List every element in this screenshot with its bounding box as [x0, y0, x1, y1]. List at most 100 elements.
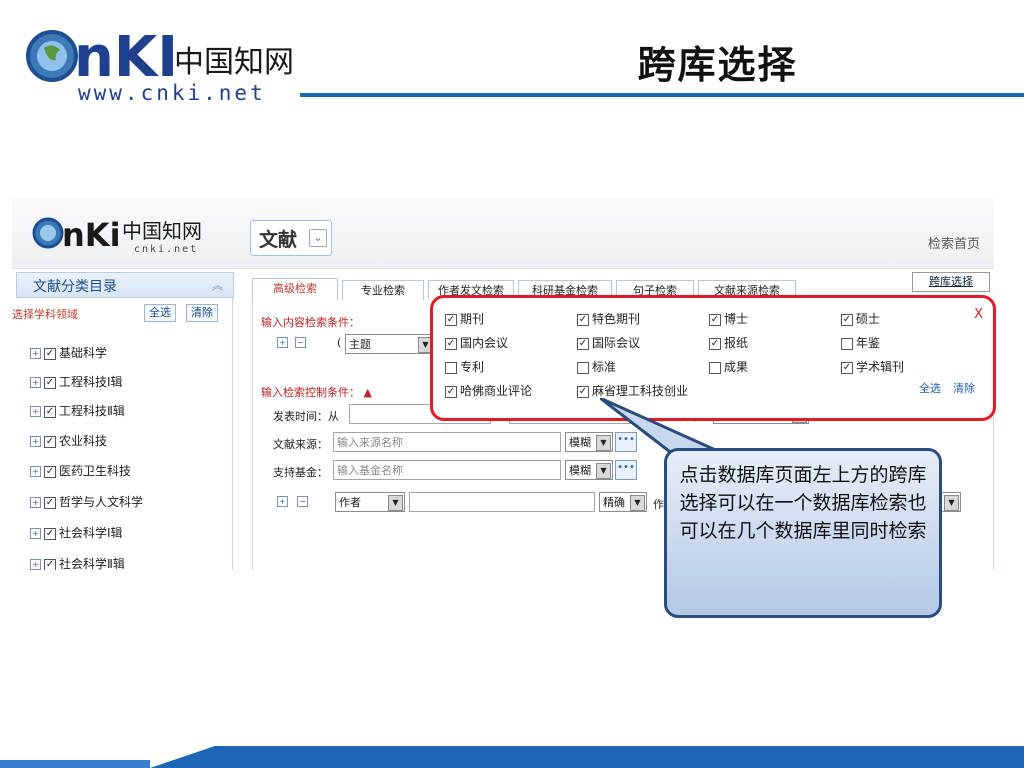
checkbox[interactable]: ✓: [841, 361, 853, 374]
expand-icon[interactable]: +: [30, 348, 41, 359]
svg-text:nKi: nKi: [62, 216, 121, 254]
sidebar-item[interactable]: + ✓ 工程科技Ⅰ辑: [30, 373, 123, 393]
slide-title: 跨库选择: [637, 42, 798, 87]
topic-select[interactable]: 主题 ▼: [345, 334, 435, 354]
checkbox[interactable]: ✓: [709, 337, 721, 350]
checkbox[interactable]: ✓: [44, 347, 56, 360]
cross-db-select-button[interactable]: 跨库选择: [912, 272, 990, 292]
checkbox[interactable]: ✓: [44, 527, 56, 540]
publish-time-label: 发表时间：从: [273, 410, 339, 423]
expand-icon[interactable]: +: [30, 528, 41, 539]
select-field-label: 选择学科领域: [12, 308, 78, 321]
sidebar-item[interactable]: + ✓ 工程科技Ⅱ辑: [30, 402, 125, 422]
chevron-down-icon: ▼: [630, 495, 645, 511]
content-condition-label: 输入内容检索条件：: [261, 316, 360, 329]
search-home-link[interactable]: 检索首页: [928, 233, 980, 252]
checkbox[interactable]: ✓: [577, 313, 589, 326]
checkbox[interactable]: [577, 361, 589, 374]
expand-icon[interactable]: +: [30, 559, 41, 570]
checkbox[interactable]: ✓: [577, 337, 589, 350]
chevron-down-icon: ⌄: [309, 229, 327, 247]
sidebar-item[interactable]: + ✓ 哲学与人文科学: [30, 493, 143, 513]
checkbox[interactable]: ✓: [44, 405, 56, 418]
chevron-down-icon: ▼: [388, 495, 403, 511]
remove-row-icon[interactable]: −: [295, 337, 306, 348]
db-option[interactable]: ✓ 学术辑刊: [841, 358, 904, 375]
sidebar-item[interactable]: + ✓ 社会科学Ⅱ辑: [30, 555, 125, 570]
control-condition-label: 输入检索控制条件： ▲: [261, 386, 372, 399]
db-option[interactable]: ✓ 报纸: [709, 334, 748, 351]
checkbox[interactable]: [445, 361, 457, 374]
add-row-icon[interactable]: +: [277, 496, 288, 507]
author-match-select[interactable]: 精确 ▼: [599, 492, 647, 512]
author-input[interactable]: [409, 492, 595, 512]
triangle-up-icon: ▲: [363, 386, 372, 399]
checkbox[interactable]: ✓: [44, 558, 56, 570]
db-option[interactable]: ✓ 哈佛商业评论: [445, 382, 532, 399]
checkbox[interactable]: ✓: [445, 313, 457, 326]
db-option[interactable]: ✓ 硕士: [841, 310, 880, 327]
header-divider: [300, 93, 1024, 97]
sidebar-item[interactable]: + ✓ 社会科学Ⅰ辑: [30, 524, 123, 544]
checkbox[interactable]: ✓: [44, 435, 56, 448]
svg-text:cnki.net: cnki.net: [134, 244, 198, 255]
callout-text: 点击数据库页面左上方的跨库选择可以在一个数据库检索也可以在几个数据库里同时检索: [679, 464, 927, 542]
db-option[interactable]: 专利: [445, 358, 484, 375]
db-option[interactable]: 标准: [577, 358, 616, 375]
expand-icon[interactable]: +: [30, 406, 41, 417]
sidebar-select-all-button[interactable]: 全选: [144, 304, 176, 322]
source-label: 文献来源：: [273, 438, 328, 451]
expand-icon[interactable]: +: [30, 497, 41, 508]
sidebar-item[interactable]: + ✓ 基础科学: [30, 344, 107, 364]
product-selector[interactable]: 文献 ⌄: [250, 220, 332, 256]
cnki-small-logo[interactable]: nKi 中国知网 cnki.net: [28, 208, 228, 258]
checkbox[interactable]: ✓: [44, 496, 56, 509]
expand-icon[interactable]: +: [30, 466, 41, 477]
author-unit-select[interactable]: ▼: [941, 492, 961, 512]
add-row-icon[interactable]: +: [277, 337, 288, 348]
db-option[interactable]: ✓ 麻省理工科技创业: [577, 382, 688, 399]
checkbox[interactable]: ✓: [44, 376, 56, 389]
callout-box: 点击数据库页面左上方的跨库选择可以在一个数据库检索也可以在几个数据库里同时检索: [664, 448, 942, 618]
expand-icon[interactable]: +: [30, 436, 41, 447]
checkbox[interactable]: ✓: [445, 385, 457, 398]
remove-row-icon[interactable]: −: [297, 496, 308, 507]
close-icon[interactable]: X: [974, 307, 983, 322]
svg-text:中国知网: 中国知网: [122, 219, 202, 243]
db-option[interactable]: ✓ 博士: [709, 310, 748, 327]
db-option[interactable]: 年鉴: [841, 334, 880, 351]
tab-professional-search[interactable]: 专业检索: [342, 280, 424, 300]
db-option[interactable]: ✓ 国际会议: [577, 334, 640, 351]
checkbox[interactable]: ✓: [709, 313, 721, 326]
sidebar-clear-button[interactable]: 清除: [186, 304, 218, 322]
fund-label: 支持基金：: [273, 466, 328, 479]
db-clear-link[interactable]: 清除: [953, 380, 975, 396]
checkbox[interactable]: [709, 361, 721, 374]
checkbox[interactable]: [841, 337, 853, 350]
sidebar-item[interactable]: + ✓ 农业科技: [30, 432, 107, 452]
checkbox[interactable]: ✓: [445, 337, 457, 350]
fund-input[interactable]: 输入基金名称: [333, 460, 561, 480]
sidebar-item[interactable]: + ✓ 医药卫生科技: [30, 462, 131, 482]
footer-band: [0, 746, 1024, 768]
collapse-icon[interactable]: ︽: [212, 277, 223, 293]
db-select-all-link[interactable]: 全选: [919, 380, 941, 396]
checkbox[interactable]: ✓: [841, 313, 853, 326]
checkbox[interactable]: ✓: [577, 385, 589, 398]
subject-select-row: 选择学科领域 全选 清除: [12, 302, 232, 324]
sidebar-title: 文献分类目录: [33, 279, 117, 295]
paren-label: (: [337, 336, 342, 349]
expand-icon[interactable]: +: [30, 377, 41, 388]
tab-advanced-search[interactable]: 高级检索: [252, 278, 338, 300]
db-option[interactable]: 成果: [709, 358, 748, 375]
db-option[interactable]: ✓ 国内会议: [445, 334, 508, 351]
sidebar: 文献分类目录 ︽ 选择学科领域 全选 清除 + ✓ 基础科学 + ✓ 工程科技Ⅰ辑 + ✓…: [12, 272, 234, 570]
db-option[interactable]: ✓ 特色期刊: [577, 310, 640, 327]
author-select[interactable]: 作者 ▼: [335, 492, 405, 512]
product-label: 文献: [259, 229, 298, 251]
db-option[interactable]: ✓ 期刊: [445, 310, 484, 327]
sidebar-header: 文献分类目录 ︽: [16, 272, 234, 298]
checkbox[interactable]: ✓: [44, 465, 56, 478]
chevron-down-icon: ▼: [944, 495, 959, 511]
source-input[interactable]: 输入来源名称: [333, 432, 561, 452]
